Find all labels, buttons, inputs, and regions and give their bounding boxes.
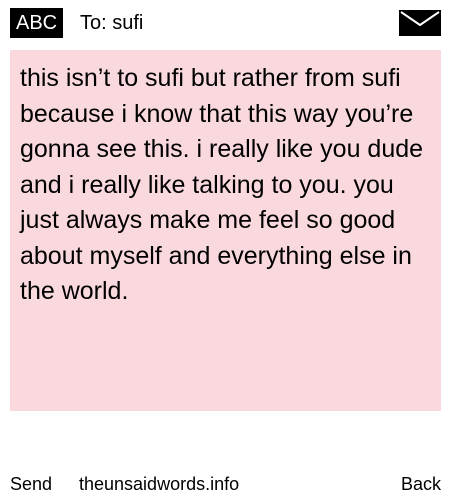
recipient-label: To: sufi	[80, 12, 144, 34]
back-button[interactable]: Back	[401, 470, 441, 498]
send-button[interactable]: Send	[10, 470, 52, 498]
message-body[interactable]: this isn’t to sufi but rather from sufi …	[10, 50, 441, 411]
softkey-bar: Send theunsaidwords.info Back	[0, 470, 450, 498]
input-mode-badge[interactable]: ABC	[10, 8, 64, 38]
site-label: theunsaidwords.info	[79, 474, 240, 494]
envelope-icon	[399, 10, 441, 36]
header-bar: ABC To: sufi	[0, 0, 450, 46]
message-text: this isn’t to sufi but rather from sufi …	[20, 64, 424, 305]
